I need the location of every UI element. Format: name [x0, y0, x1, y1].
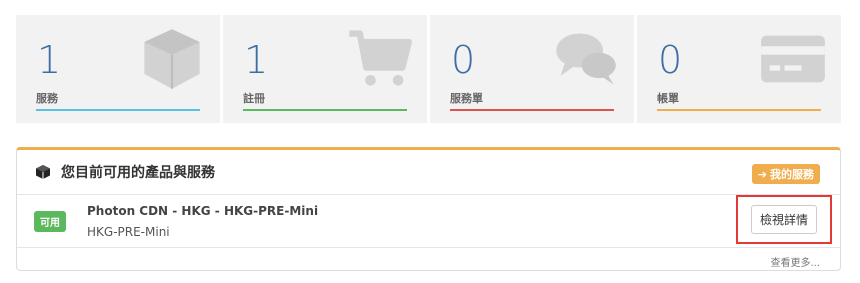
product-subtitle: HKG-PRE-Mini — [87, 225, 170, 239]
stat-label: 服務 — [36, 92, 58, 105]
arrow-right-icon: ➔ — [757, 167, 767, 181]
stat-tile-services[interactable]: 1 服務 — [16, 15, 220, 123]
status-badge: 可用 — [34, 211, 66, 232]
stat-underline — [36, 109, 200, 111]
stat-label: 帳單 — [657, 92, 679, 105]
panel-header: 您目前可用的產品與服務 ➔ 我的服務 — [17, 150, 840, 195]
my-services-button[interactable]: ➔ 我的服務 — [751, 164, 820, 184]
stat-count: 1 — [37, 38, 62, 82]
panel-title: 您目前可用的產品與服務 — [61, 165, 215, 181]
stat-count: 0 — [658, 38, 683, 82]
product-row[interactable]: 可用 Photon CDN - HKG - HKG-PRE-Mini HKG-P… — [17, 195, 840, 248]
stat-tile-tickets[interactable]: 0 服務單 — [430, 15, 634, 123]
credit-card-icon — [759, 25, 827, 93]
highlight-box: 檢視詳情 — [736, 195, 832, 244]
stat-count: 0 — [451, 38, 476, 82]
stat-underline — [657, 109, 821, 111]
cart-icon — [345, 25, 413, 93]
stat-count: 1 — [244, 38, 269, 82]
stat-tile-invoices[interactable]: 0 帳單 — [637, 15, 841, 123]
stat-underline — [243, 109, 407, 111]
chat-icon — [552, 25, 620, 93]
active-products-panel: 您目前可用的產品與服務 ➔ 我的服務 可用 Photon CDN - HKG -… — [16, 147, 841, 271]
stats-bar: 1 服務 1 註冊 0 服務單 0 帳單 — [16, 15, 841, 123]
cube-icon — [36, 165, 50, 179]
stat-label: 註冊 — [243, 92, 265, 105]
my-services-label: 我的服務 — [770, 168, 814, 181]
view-more-link[interactable]: 查看更多... — [770, 254, 820, 269]
cube-icon — [138, 25, 206, 93]
stat-underline — [450, 109, 614, 111]
stat-label: 服務單 — [450, 92, 483, 105]
view-details-button[interactable]: 檢視詳情 — [750, 205, 817, 234]
product-name: Photon CDN - HKG - HKG-PRE-Mini — [87, 204, 319, 218]
stat-tile-registrations[interactable]: 1 註冊 — [223, 15, 427, 123]
